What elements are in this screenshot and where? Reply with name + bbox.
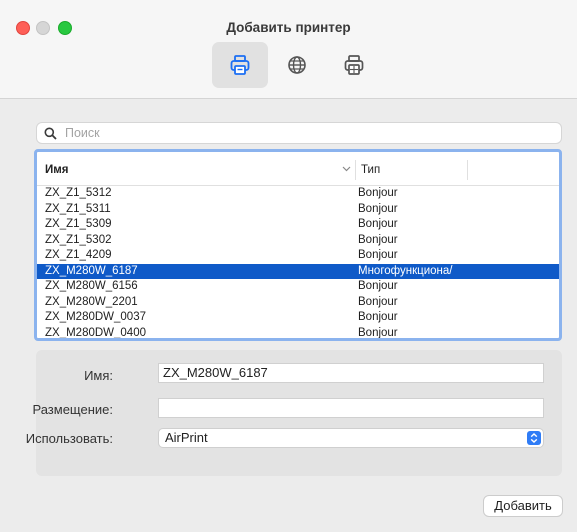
table-row-selected[interactable]: ZX_M280W_6187 Многофункциона/ [37, 263, 559, 279]
table-row[interactable]: ZX_Z1_5309 Bonjour [37, 217, 559, 233]
printer-type: Bonjour [358, 249, 398, 261]
name-label: Имя: [84, 368, 113, 383]
table-row[interactable]: ZX_M280W_2201 Bonjour [37, 295, 559, 311]
printer-type: Bonjour [358, 326, 398, 339]
printer-type: Многофункциона/ [358, 264, 453, 277]
printer-name: ZX_Z1_5311 [45, 202, 111, 215]
search-field[interactable]: Поиск [36, 122, 562, 144]
driver-popup[interactable]: AirPrint [158, 428, 544, 448]
search-icon [44, 127, 57, 140]
printer-icon [230, 55, 250, 75]
add-printer-window: Добавить принтер Поиск Имя Тип ZX_Z1_531… [0, 0, 577, 532]
printer-type: Bonjour [358, 295, 398, 308]
table-row[interactable]: ZX_M280DW_0037 Bonjour [37, 310, 559, 326]
table-row[interactable]: ZX_Z1_4209 Bonjour [37, 248, 559, 264]
printer-name: ZX_M280DW_0037 [45, 311, 146, 323]
printer-name: ZX_Z1_4209 [45, 249, 112, 261]
toolbar-default-printers-button[interactable] [212, 42, 268, 88]
printer-type: Bonjour [358, 187, 398, 199]
column-divider [355, 160, 356, 180]
column-header-name[interactable]: Имя [45, 164, 68, 176]
printer-name: ZX_Z1_5309 [45, 218, 112, 230]
table-row[interactable]: ZX_M280W_6156 Bonjour [37, 279, 559, 295]
printer-type: Bonjour [358, 218, 398, 230]
windows-printer-icon [344, 55, 364, 75]
column-divider [467, 160, 468, 180]
table-row[interactable]: ZX_M280DW_0400 Bonjour [37, 326, 559, 339]
column-header-type[interactable]: Тип [361, 164, 380, 176]
name-field[interactable]: ZX_M280W_6187 [158, 363, 544, 383]
location-label: Размещение: [32, 402, 113, 417]
search-placeholder: Поиск [65, 126, 100, 140]
window-title: Добавить принтер [226, 20, 351, 35]
sort-chevron-icon [342, 166, 351, 172]
printer-type: Bonjour [358, 311, 398, 323]
printer-list[interactable]: Имя Тип ZX_Z1_5312 Bonjour ZX_Z1_5311 Bonj… [34, 149, 562, 341]
use-label: Использовать: [25, 431, 113, 446]
location-field[interactable] [158, 398, 544, 418]
titlebar: Добавить принтер [0, 0, 577, 99]
printer-type: Bonjour [358, 202, 398, 215]
driver-value: AirPrint [165, 430, 208, 445]
globe-icon [288, 56, 306, 74]
printer-name: ZX_Z1_5312 [45, 187, 112, 199]
list-rows: ZX_Z1_5312 Bonjour ZX_Z1_5311 Bonjour ZX_Z… [37, 186, 559, 339]
printer-type: Bonjour [358, 233, 398, 246]
printer-name: ZX_M280DW_0400 [45, 326, 146, 339]
table-row[interactable]: ZX_Z1_5302 Bonjour [37, 233, 559, 249]
printer-name: ZX_M280W_2201 [45, 295, 138, 308]
printer-name: ZX_M280W_6156 [45, 280, 138, 292]
popup-stepper-icon [527, 431, 541, 445]
printer-name: ZX_Z1_5302 [45, 233, 112, 246]
toolbar-ip-button[interactable] [269, 42, 325, 88]
add-button[interactable]: Добавить [483, 495, 563, 517]
printer-name: ZX_M280W_6187 [45, 264, 138, 277]
table-row[interactable]: ZX_Z1_5312 Bonjour [37, 186, 559, 202]
table-row[interactable]: ZX_Z1_5311 Bonjour [37, 202, 559, 218]
list-header: Имя Тип [37, 152, 559, 186]
printer-type: Bonjour [358, 280, 398, 292]
toolbar-windows-button[interactable] [326, 42, 382, 88]
